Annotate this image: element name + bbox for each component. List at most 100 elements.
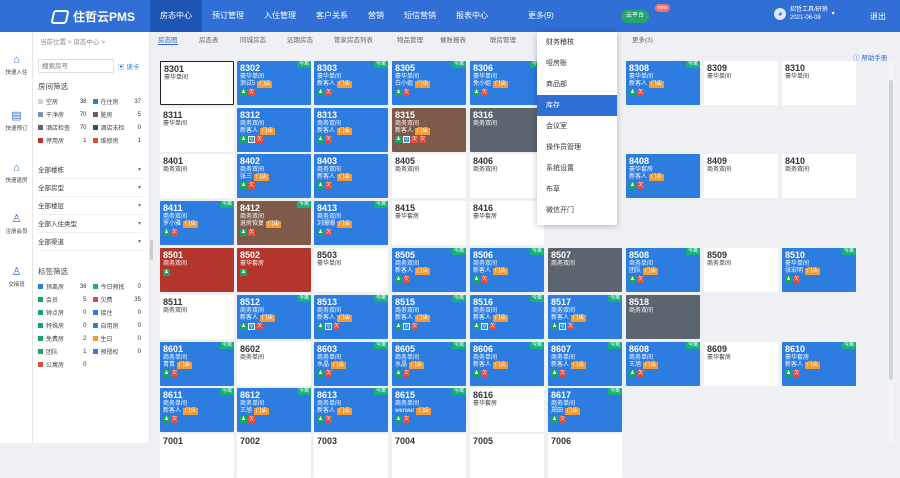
status-icons: ♟ 欠 [629,276,697,283]
more-menu-item[interactable]: 会议室 [537,116,617,137]
room-type: 商务双间 [473,167,498,173]
room-card[interactable]: 8405 商务双间 [392,154,466,198]
room-card[interactable]: 8309 豪华单间 [704,61,778,105]
room-card[interactable]: 8511 商务双间 [160,295,234,339]
today-checkout-badge: 今离 [529,342,544,349]
room-card[interactable]: 8305 今离 豪华单间 白小姐 门店 ♟ 欠 [392,61,466,105]
room-card[interactable]: 8605 今离 商务单间 水晶 门店 ♟ 欠 [392,342,466,386]
more-menu-item[interactable]: 布草 [537,179,617,200]
room-card[interactable]: 8415 豪华套房 [392,201,466,245]
room-card[interactable]: 8509 商务单间 [704,248,778,292]
more-menu-item[interactable]: 系统设置 [537,158,617,179]
more-menu-item[interactable]: 财务稽核 [537,32,617,53]
room-card[interactable]: 8611 今离 商务单间 新客人 门店 ♟ 欠 [160,388,234,432]
room-card[interactable]: 8412 今离 商务双间 退房恢复 门店 ♟ 欠 [237,201,311,245]
arrears-icon: 欠 [171,416,178,423]
guest-line: 免小姐 门店 [473,81,541,88]
room-card[interactable]: 8612 今离 商务单间 王旭 门店 ♟ 欠 [237,388,311,432]
room-card[interactable]: 8503 豪华单间 [314,248,388,292]
room-card[interactable]: 8301 豪华单间 [160,61,234,105]
scroll-thumb[interactable] [889,80,893,380]
arrears-icon: 欠 [325,89,332,96]
room-card[interactable]: 8315 商务双间 新客人 门店 ♟ ⚲ 欠欠 [392,108,466,152]
room-card[interactable]: 7004 [392,434,466,478]
room-card[interactable]: 8608 今离 商务单间 王旭 门店 ♟ 欠 [626,342,700,386]
room-card[interactable]: 8515 今离 商务双间 新客人 门店 ♟ ⚲ 欠 [392,295,466,339]
room-card[interactable]: 8409 商务双间 [704,154,778,198]
room-type: 豪华单间 [785,74,810,80]
room-card[interactable]: 8312 商务双间 新客人 门店 ♟ ⚲ 欠 [237,108,311,152]
room-card[interactable]: 8302 今离 豪华单间 测试5 门店 ♟ 欠 [237,61,311,105]
room-card[interactable]: 8606 今离 商务单间 新客人 门店 ♟ 欠 [470,342,544,386]
room-card[interactable]: 8402 商务双间 张三 门店 ♟ 欠 [237,154,311,198]
room-number: 8616 [473,390,494,400]
room-card[interactable]: 8610 今离 豪华套房 新客人 门店 ♟ 欠 [782,342,856,386]
room-card[interactable]: 8516 今离 商务双间 新客人 门店 ♟ ⚲ 欠 [470,295,544,339]
room-card[interactable]: 7005 [470,434,544,478]
status-icons: ♟ 欠 [317,89,385,96]
room-number: 8309 [707,63,728,73]
room-card[interactable]: 8607 今离 商务单间 新客人 门店 ♟ 欠 [548,342,622,386]
room-card[interactable]: 7002 [237,434,311,478]
room-card[interactable]: 8602 商务单间 [237,342,311,386]
room-card[interactable]: 7003 [314,434,388,478]
room-card[interactable]: 8512 今离 商务双间 新客人 门店 ♟ ⚲ 欠 [237,295,311,339]
room-card[interactable]: 8416 豪华套房 [470,201,544,245]
room-card[interactable]: 8310 豪华单间 [782,61,856,105]
room-grid-scrollbar[interactable] [888,60,894,443]
room-card[interactable]: 8313 商务双间 新客人 门店 ♟ 欠 [314,108,388,152]
room-card[interactable]: 8609 豪华套房 [704,342,778,386]
room-card[interactable]: 8501 商务双间 ♟ [160,248,234,292]
guest-name: 郑田 [551,408,564,414]
room-card[interactable]: 8411 今离 商务双间 罗小雅 门店 ♟ 欠 [160,201,234,245]
member-icon: ♟ [629,276,636,283]
room-card[interactable]: 8406 商务双间 [470,154,544,198]
room-card[interactable]: 8408 豪华套房 新客人 门店 ♟ 欠 [626,154,700,198]
room-card[interactable]: 8508 今离 商务单间 团队 门店 ♟ 欠 [626,248,700,292]
room-card[interactable]: 8303 今离 豪华单间 新客人 门店 ♟ 欠 [314,61,388,105]
member-icon: ♟ [240,182,247,189]
guest-line: 新客人 门店 [551,362,619,369]
room-card[interactable]: 8306今离豪华单间免小姐门店♟欠 [470,61,544,105]
more-menu-item[interactable]: 微信开门 [537,200,617,221]
room-card[interactable]: 8603 今离 商务单间 水晶 门店 ♟ 欠 [314,342,388,386]
more-menu-item[interactable]: 商品部 [537,74,617,95]
room-card[interactable]: 8413 今离 商务双间 刘珊珊 门店 ♟ 欠 [314,201,388,245]
room-card[interactable]: 8510 今离 豪华单间 张宏明 门店 ♟ 欠 [782,248,856,292]
room-card[interactable]: 8403 商务双间 新客人 门店 ♟ 欠 [314,154,388,198]
member-icon: ♟ [551,416,558,423]
room-card[interactable]: 8502 豪华套房 ♟ [237,248,311,292]
room-card[interactable]: 8505 今离 商务双间 新客人 门店 ♟ 欠 [392,248,466,292]
guest-line: 新客人 门店 [317,128,385,135]
room-card[interactable]: 8615 今离 商务单间 werwer 门店 ♟ 欠 [392,388,466,432]
room-card[interactable]: 8517 今离 商务双间 新客人 门店 ♟ ⚲ 欠 [548,295,622,339]
door-badge: 门店 [337,81,353,88]
room-card[interactable]: 7006 [548,434,622,478]
guest-line: 水晶 门店 [395,362,463,369]
room-type: 商务双间 [163,167,188,173]
room-card[interactable]: 8316 商务双间 [470,108,544,152]
room-card[interactable]: 8311 豪华单间 [160,108,234,152]
room-card[interactable]: 8401 商务双间 [160,154,234,198]
room-card[interactable]: 8616 豪华套房 [470,388,544,432]
more-menu-item[interactable]: 操作员管理 [537,137,617,158]
room-card[interactable]: 8613 今离 商务单间 新客人 门店 ♟ 欠 [314,388,388,432]
member-icon: ♟ [163,229,170,236]
room-card[interactable]: 7001 [160,434,234,478]
more-menu-item[interactable]: 哑房账 [537,53,617,74]
room-type: 商务双间 [317,121,342,127]
member-icon: ♟ [395,136,402,143]
room-card[interactable]: 8506 今离 商务双间 新客人 门店 ♟ 欠 [470,248,544,292]
room-number: 7003 [317,436,338,446]
room-number: 8511 [163,297,183,307]
guest-name: 水晶 [395,362,408,368]
room-card[interactable]: 8308 今离 豪华单间 新客人 门店 ♟ 欠 [626,61,700,105]
more-menu-item[interactable]: 库存 [537,95,617,116]
room-card[interactable]: 8601 今离 商务单间 青青 门店 ♟ 欠 [160,342,234,386]
room-card[interactable]: 8513 今离 商务双间 新客人 门店 ♟ ⚲ 欠 [314,295,388,339]
room-card[interactable]: 8410 商务双间 [782,154,856,198]
room-card[interactable]: 8518 商务双间 [626,295,700,339]
room-number: 8415 [395,203,416,213]
room-card[interactable]: 8617 今离 商务单间 郑田 门店 ♟ 欠 [548,388,622,432]
room-card[interactable]: 8507 商务双间 [548,248,622,292]
